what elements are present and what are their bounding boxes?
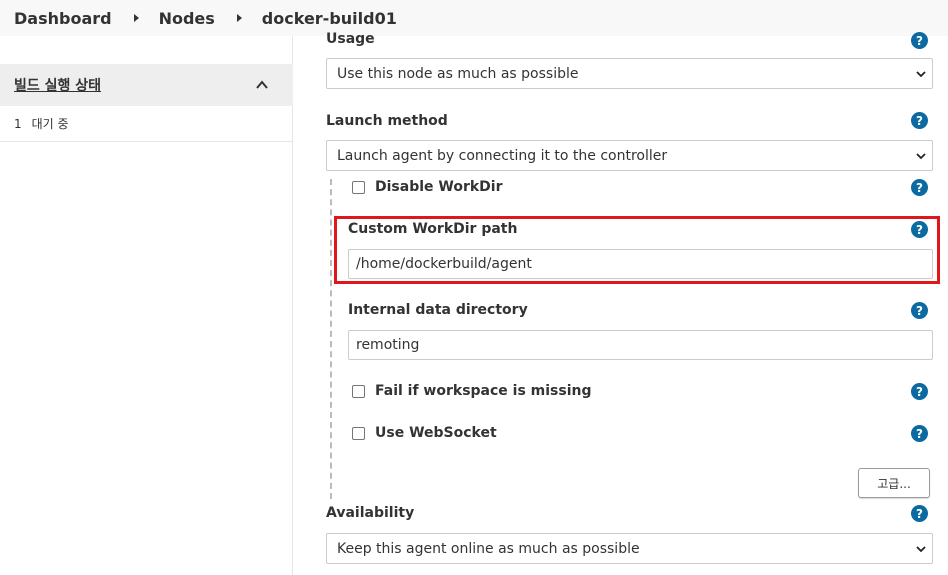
fail-if-workspace-missing-checkbox[interactable] (352, 385, 365, 398)
custom-workdir-label: Custom WorkDir path (348, 221, 518, 237)
usage-help-icon[interactable]: ? (911, 32, 928, 49)
usage-select[interactable]: Use this node as much as possible (326, 58, 933, 89)
executor-status-title[interactable]: 빌드 실행 상태 (14, 75, 101, 95)
breadcrumb-separator-icon (236, 14, 242, 22)
breadcrumb: Dashboard Nodes docker-build01 (0, 0, 948, 36)
chevron-down-icon (916, 71, 926, 78)
internal-data-directory-help-icon[interactable]: ? (911, 302, 928, 319)
advanced-button[interactable]: 고급... (858, 468, 930, 498)
launch-options-divider (330, 179, 332, 499)
launch-method-select-value: Launch agent by connecting it to the con… (337, 147, 668, 164)
availability-select-value: Keep this agent online as much as possib… (337, 540, 640, 557)
chevron-down-icon (916, 546, 926, 553)
disable-workdir-help-icon[interactable]: ? (911, 179, 928, 196)
disable-workdir-label[interactable]: Disable WorkDir (375, 179, 503, 195)
usage-label: Usage (326, 31, 375, 47)
use-websocket-help-icon[interactable]: ? (911, 425, 928, 442)
fail-if-workspace-missing-label[interactable]: Fail if workspace is missing (375, 383, 592, 399)
internal-data-directory-input-value: remoting (356, 337, 420, 353)
custom-workdir-input-value: /home/dockerbuild/agent (356, 256, 532, 272)
launch-method-help-icon[interactable]: ? (911, 112, 928, 129)
breadcrumb-node-name[interactable]: docker-build01 (262, 9, 397, 28)
executor-row: 1 대기 중 (0, 106, 293, 142)
availability-help-icon[interactable]: ? (911, 505, 928, 522)
availability-label: Availability (326, 505, 415, 521)
breadcrumb-nodes[interactable]: Nodes (159, 9, 215, 28)
breadcrumb-separator-icon (133, 14, 139, 22)
custom-workdir-input[interactable]: /home/dockerbuild/agent (348, 249, 933, 279)
executor-status: 대기 중 (31, 117, 69, 131)
launch-method-select[interactable]: Launch agent by connecting it to the con… (326, 140, 933, 171)
sidebar: 빌드 실행 상태 1 대기 중 (0, 36, 293, 575)
launch-method-label: Launch method (326, 113, 448, 129)
availability-select[interactable]: Keep this agent online as much as possib… (326, 533, 933, 564)
custom-workdir-help-icon[interactable]: ? (911, 221, 928, 238)
usage-select-value: Use this node as much as possible (337, 65, 579, 82)
use-websocket-label[interactable]: Use WebSocket (375, 425, 497, 441)
chevron-up-icon[interactable] (255, 78, 269, 92)
internal-data-directory-input[interactable]: remoting (348, 330, 933, 360)
executor-status-header: 빌드 실행 상태 (0, 64, 293, 106)
breadcrumb-dashboard[interactable]: Dashboard (14, 9, 112, 28)
node-config-form: Usage ? Use this node as much as possibl… (294, 31, 948, 575)
disable-workdir-checkbox[interactable] (352, 181, 365, 194)
internal-data-directory-label: Internal data directory (348, 302, 528, 318)
executor-number: 1 (14, 116, 22, 131)
use-websocket-checkbox[interactable] (352, 427, 365, 440)
fail-if-workspace-missing-help-icon[interactable]: ? (911, 383, 928, 400)
chevron-down-icon (916, 153, 926, 160)
